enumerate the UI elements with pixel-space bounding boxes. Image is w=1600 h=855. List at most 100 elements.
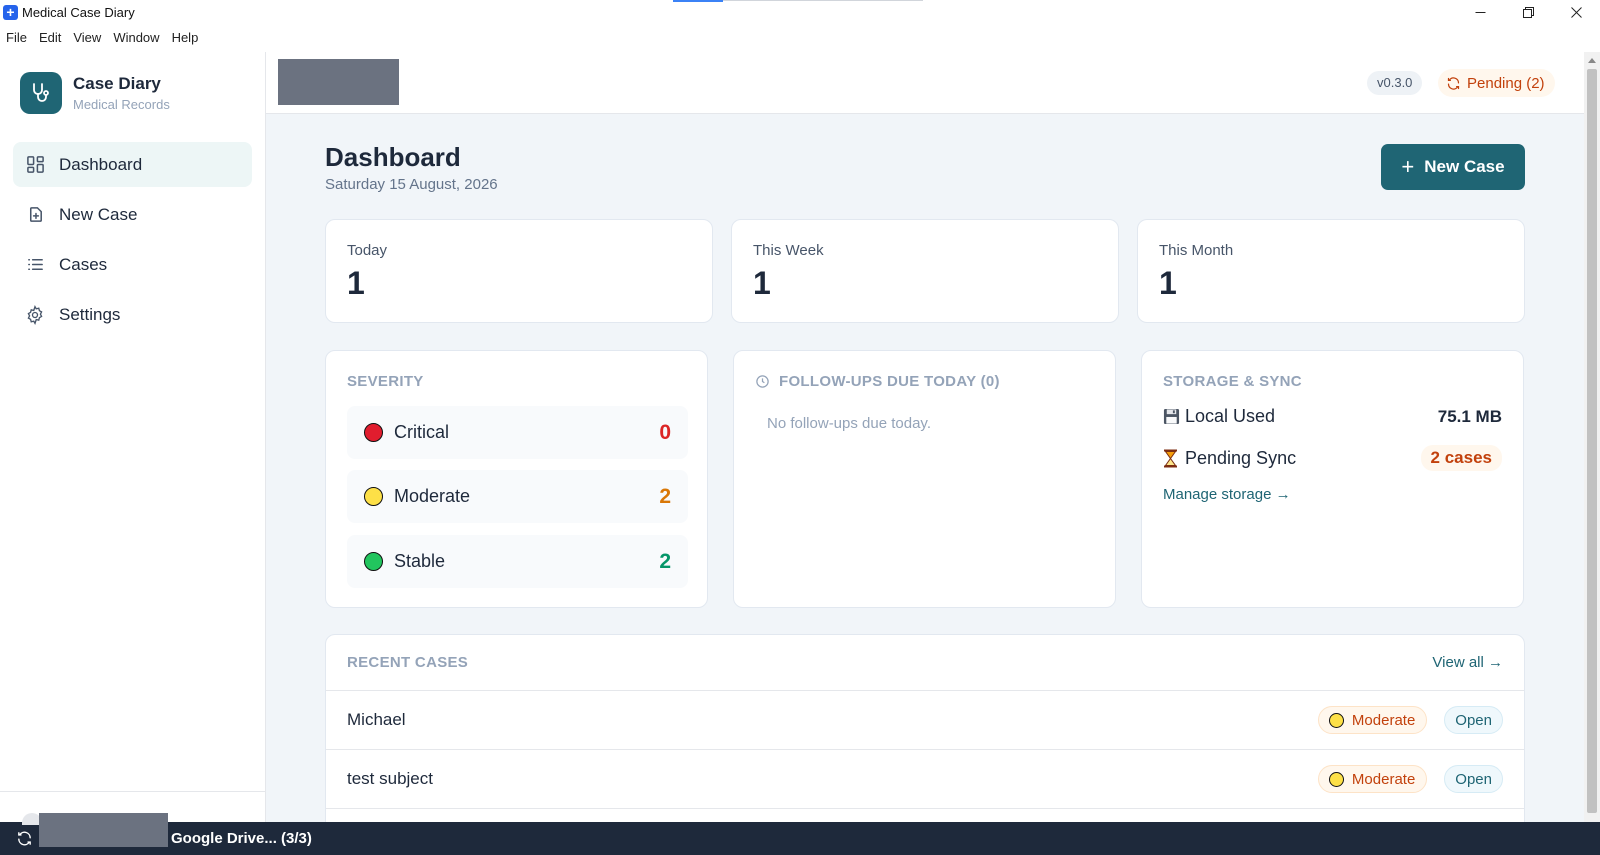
plus-icon: + <box>1401 154 1415 179</box>
titlebar-divider <box>723 0 923 1</box>
sidebar-divider <box>0 791 265 792</box>
sync-status-text: Google Drive... (3/3) <box>171 830 312 847</box>
stat-value: 1 <box>753 265 771 301</box>
stat-label: This Month <box>1159 242 1234 259</box>
new-case-button[interactable]: + New Case <box>1381 144 1525 190</box>
severity-panel: SEVERITY Critical 0 Moderate 2 Stable 2 <box>325 350 708 608</box>
minimize-button[interactable] <box>1456 0 1504 24</box>
severity-name: Critical <box>394 422 450 442</box>
severity-dot-yellow <box>364 487 383 506</box>
storage-panel: STORAGE & SYNC Local Used 75.1 MB Pendin… <box>1141 350 1524 608</box>
list-icon <box>25 255 45 275</box>
window-controls <box>1456 0 1600 24</box>
redacted-block <box>39 813 168 847</box>
sidebar-item-new-case[interactable]: New Case <box>13 192 252 237</box>
sidebar-item-label: Settings <box>59 304 121 324</box>
sidebar-item-cases[interactable]: Cases <box>13 242 252 287</box>
menu-window[interactable]: Window <box>107 30 165 45</box>
scrollbar[interactable] <box>1584 52 1600 822</box>
severity-row-moderate: Moderate 2 <box>347 470 688 523</box>
stat-card-today: Today 1 <box>325 219 713 323</box>
restore-icon <box>1522 6 1534 18</box>
sidebar-item-label: New Case <box>59 204 138 224</box>
view-all-link[interactable]: View all → <box>1432 654 1503 671</box>
severity-badge-label: Moderate <box>1351 770 1416 788</box>
grid-icon <box>25 155 45 175</box>
titlebar-accent <box>673 0 723 2</box>
close-button[interactable] <box>1552 0 1600 24</box>
brand-name: Case Diary <box>73 74 161 93</box>
severity-dot-green <box>364 552 383 571</box>
scroll-up-arrow-icon[interactable] <box>1588 58 1596 63</box>
main-content: v0.3.0 Pending (2) Dashboard Saturday 15… <box>266 52 1584 822</box>
sync-icon <box>16 830 33 847</box>
status-badge: Open <box>1444 706 1503 734</box>
recent-cases-panel: RECENT CASES View all → Michael Moderate… <box>325 634 1525 822</box>
menu-file[interactable]: File <box>0 30 33 45</box>
menu-bar: File Edit View Window Help <box>0 26 204 48</box>
followups-panel: FOLLOW-UPS DUE TODAY (0) No follow-ups d… <box>733 350 1116 608</box>
case-name: test subject <box>347 769 433 788</box>
stat-card-week: This Week 1 <box>731 219 1119 323</box>
page-date: Saturday 15 August, 2026 <box>325 176 498 193</box>
stat-label: This Week <box>753 242 824 259</box>
recent-cases-header: RECENT CASES View all → <box>326 635 1524 691</box>
stat-value: 1 <box>1159 265 1177 301</box>
severity-name: Moderate <box>394 486 471 506</box>
storage-local-row: Local Used 75.1 MB <box>1163 406 1502 427</box>
stat-label: Today <box>347 242 388 259</box>
clock-icon <box>756 375 769 388</box>
storage-title: STORAGE & SYNC <box>1163 373 1302 390</box>
window-title: Medical Case Diary <box>22 4 135 20</box>
storage-sync-value: 2 cases <box>1420 445 1502 471</box>
close-icon <box>1570 6 1582 18</box>
new-case-label: New Case <box>1424 157 1505 176</box>
scrollbar-thumb[interactable] <box>1587 69 1597 813</box>
stethoscope-icon <box>20 72 62 114</box>
severity-dot-red <box>364 423 383 442</box>
severity-count: 0 <box>659 420 671 444</box>
page-title: Dashboard <box>325 142 461 172</box>
severity-dot-yellow <box>1328 712 1344 728</box>
menu-edit[interactable]: Edit <box>33 30 67 45</box>
severity-title: SEVERITY <box>347 373 424 390</box>
stat-card-month: This Month 1 <box>1137 219 1525 323</box>
sync-icon <box>1446 76 1461 91</box>
minimize-icon <box>1475 11 1485 13</box>
manage-storage-link[interactable]: Manage storage → <box>1163 486 1291 503</box>
maximize-button[interactable] <box>1504 0 1552 24</box>
storage-sync-label: Pending Sync <box>1185 447 1297 468</box>
severity-badge-label: Moderate <box>1351 711 1416 729</box>
version-badge: v0.3.0 <box>1367 71 1423 95</box>
followups-header: FOLLOW-UPS DUE TODAY (0) <box>755 373 1000 390</box>
stat-value: 1 <box>347 265 365 301</box>
window-titlebar: + Medical Case Diary <box>0 0 1600 24</box>
followups-empty-message: No follow-ups due today. <box>767 415 931 432</box>
status-badge: Open <box>1444 765 1503 793</box>
sidebar: Case Diary Medical Records Dashboard New… <box>0 52 266 822</box>
brand-subtitle: Medical Records <box>73 97 170 112</box>
table-row[interactable]: Michael Moderate Open <box>326 691 1524 750</box>
sidebar-item-settings[interactable]: Settings <box>13 292 252 337</box>
severity-count: 2 <box>659 549 671 573</box>
menu-view[interactable]: View <box>67 30 107 45</box>
sidebar-item-label: Dashboard <box>59 154 143 174</box>
severity-badge: Moderate <box>1317 706 1428 734</box>
hourglass-icon <box>1163 449 1181 468</box>
sidebar-item-label: Cases <box>59 254 108 274</box>
pending-sync-badge[interactable]: Pending (2) <box>1438 69 1555 97</box>
table-row[interactable]: test subject Moderate Open <box>326 750 1524 809</box>
top-bar: v0.3.0 Pending (2) <box>266 52 1584 114</box>
pending-label: Pending (2) <box>1467 74 1545 92</box>
menu-help[interactable]: Help <box>166 30 205 45</box>
severity-count: 2 <box>659 484 671 508</box>
file-plus-icon <box>25 205 45 225</box>
sync-status-bar: Google Drive... (3/3) <box>0 822 1600 855</box>
recent-cases-title: RECENT CASES <box>347 654 469 671</box>
case-name: Michael <box>347 710 406 729</box>
brand: Case Diary Medical Records <box>0 52 265 114</box>
severity-row-stable: Stable 2 <box>347 535 688 588</box>
sidebar-item-dashboard[interactable]: Dashboard <box>13 142 252 187</box>
severity-badge: Moderate <box>1317 765 1428 793</box>
severity-name: Stable <box>394 551 446 571</box>
